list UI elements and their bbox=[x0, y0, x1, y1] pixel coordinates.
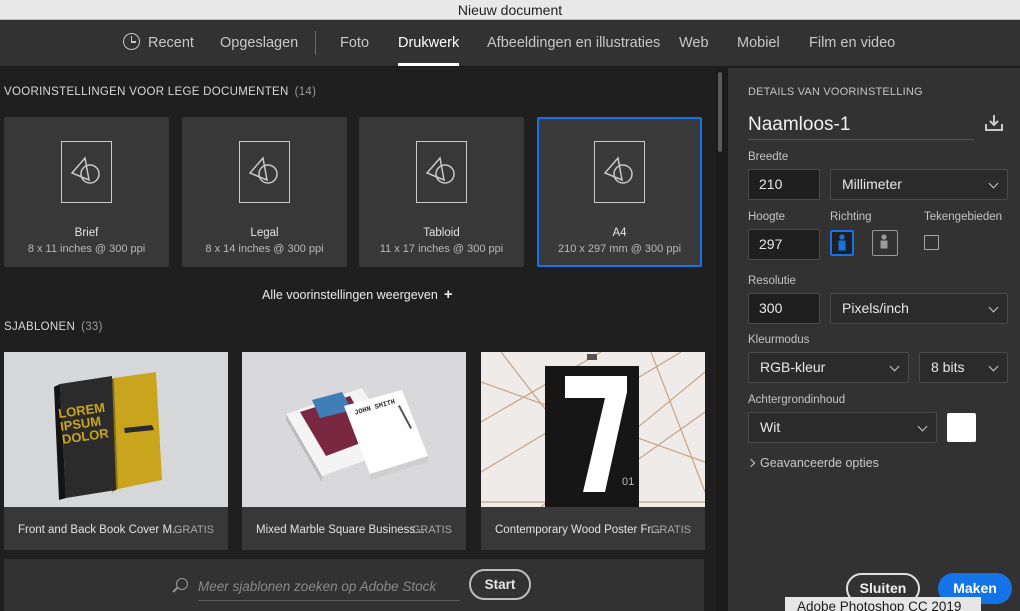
tab-web[interactable]: Web bbox=[679, 20, 709, 66]
tab-art-illustration[interactable]: Afbeeldingen en illustraties bbox=[487, 20, 660, 66]
preset-details-panel: DETAILS VAN VOORINSTELLING Naamloos-1 Br… bbox=[727, 68, 1020, 611]
landscape-person-icon bbox=[880, 234, 888, 249]
width-input[interactable]: 210 bbox=[748, 169, 820, 200]
document-name-input[interactable]: Naamloos-1 bbox=[748, 112, 974, 140]
preset-card-tabloid[interactable]: Tabloid 11 x 17 inches @ 300 ppi bbox=[359, 117, 524, 267]
template-thumbnail: LOREM IPSUM DOLOR bbox=[4, 352, 228, 507]
presets-count: (14) bbox=[294, 86, 317, 98]
preset-size: 8 x 11 inches @ 300 ppi bbox=[27, 243, 146, 255]
start-search-button[interactable]: Start bbox=[469, 569, 531, 600]
tab-recent[interactable]: Recent bbox=[123, 20, 194, 66]
chevron-down-icon bbox=[889, 361, 900, 372]
plus-icon: + bbox=[443, 286, 453, 303]
background-contents-select[interactable]: Wit bbox=[748, 412, 937, 443]
clock-icon bbox=[123, 33, 140, 50]
preset-name: Tabloid bbox=[423, 227, 460, 239]
template-cover-text: LOREM IPSUM DOLOR bbox=[57, 399, 110, 447]
template-badge: GRATIS bbox=[411, 524, 452, 536]
category-tabs: Recent Opgeslagen Foto Drukwerk Afbeeldi… bbox=[0, 20, 1020, 67]
color-mode-label: Kleurmodus bbox=[748, 334, 810, 346]
template-name: Front and Back Book Cover M... bbox=[18, 524, 182, 536]
resolution-label: Resolutie bbox=[748, 275, 796, 287]
resolution-input[interactable]: 300 bbox=[748, 293, 820, 324]
chevron-down-icon bbox=[988, 361, 999, 372]
advanced-options-toggle[interactable]: Geavanceerde opties bbox=[746, 456, 879, 470]
preset-name: Brief bbox=[74, 227, 99, 239]
stock-search-input[interactable] bbox=[198, 573, 460, 601]
chevron-down-icon bbox=[917, 421, 928, 432]
template-badge: GRATIS bbox=[173, 524, 214, 536]
tab-divider bbox=[315, 31, 316, 55]
artboards-label: Tekengebieden bbox=[924, 211, 1003, 223]
search-icon bbox=[176, 578, 188, 590]
presets-section-label: VOORINSTELLINGEN VOOR LEGE DOCUMENTEN bbox=[4, 86, 289, 98]
color-mode-value: RGB-kleur bbox=[760, 359, 826, 375]
template-thumbnail: JOHN SMITH bbox=[242, 352, 466, 507]
blank-document-icon bbox=[239, 141, 290, 203]
height-label: Hoogte bbox=[748, 211, 786, 223]
presets-scrollbar[interactable] bbox=[716, 68, 726, 611]
tab-photo[interactable]: Foto bbox=[340, 20, 369, 66]
preset-card-a4[interactable]: A4 210 x 297 mm @ 300 ppi bbox=[537, 117, 702, 267]
preset-card-legal[interactable]: Legal 8 x 14 inches @ 300 ppi bbox=[182, 117, 347, 267]
preset-size: 11 x 17 inches @ 300 ppi bbox=[379, 243, 504, 255]
template-card-book-cover[interactable]: LOREM IPSUM DOLOR Front and Back Book Co… bbox=[4, 352, 228, 550]
template-card-wood-poster[interactable]: 01 Contemporary Wood Poster Fr... GRATIS bbox=[481, 352, 705, 550]
tab-saved[interactable]: Opgeslagen bbox=[220, 20, 298, 66]
chevron-right-icon bbox=[746, 458, 756, 468]
width-label: Breedte bbox=[748, 151, 789, 163]
preset-size: 8 x 14 inches @ 300 ppi bbox=[205, 243, 324, 255]
stock-search-bar: Start bbox=[4, 559, 704, 611]
resolution-unit-value: Pixels/inch bbox=[842, 300, 909, 316]
chevron-down-icon bbox=[988, 302, 999, 313]
height-input[interactable]: 297 bbox=[748, 229, 820, 260]
templates-section-label: SJABLONEN bbox=[4, 321, 76, 333]
orientation-label: Richting bbox=[830, 211, 872, 223]
preset-name: A4 bbox=[612, 227, 627, 239]
landscape-orientation-button[interactable] bbox=[872, 230, 898, 256]
resolution-unit-select[interactable]: Pixels/inch bbox=[830, 293, 1008, 324]
preset-name: Legal bbox=[250, 227, 279, 239]
show-all-presets-link[interactable]: Alle voorinstellingen weergeven + bbox=[262, 286, 453, 303]
poster-number: 01 bbox=[622, 476, 635, 488]
template-name: Contemporary Wood Poster Fr... bbox=[495, 524, 661, 536]
preset-size: 210 x 297 mm @ 300 ppi bbox=[557, 243, 682, 255]
blank-document-icon bbox=[594, 141, 645, 203]
bit-depth-value: 8 bits bbox=[931, 359, 965, 375]
preset-card-brief[interactable]: Brief 8 x 11 inches @ 300 ppi bbox=[4, 117, 169, 267]
color-mode-select[interactable]: RGB-kleur bbox=[748, 352, 909, 383]
scrollbar-thumb[interactable] bbox=[718, 72, 722, 152]
tab-film-video[interactable]: Film en video bbox=[809, 20, 895, 66]
chevron-down-icon bbox=[988, 178, 999, 189]
background-contents-label: Achtergrondinhoud bbox=[748, 394, 846, 406]
presets-section-title: VOORINSTELLINGEN VOOR LEGE DOCUMENTEN (14… bbox=[4, 86, 316, 98]
artboards-checkbox[interactable] bbox=[924, 235, 939, 250]
blank-document-icon bbox=[416, 141, 467, 203]
background-color-swatch[interactable] bbox=[947, 413, 976, 442]
app-tooltip: Adobe Photoshop CC 2019 bbox=[785, 597, 981, 611]
tab-mobile[interactable]: Mobiel bbox=[737, 20, 780, 66]
window-title: Nieuw document bbox=[0, 0, 1020, 20]
templates-section-title: SJABLONEN (33) bbox=[4, 321, 103, 333]
blank-document-icon bbox=[61, 141, 112, 203]
template-name: Mixed Marble Square Business... bbox=[256, 524, 425, 536]
show-all-presets-label: Alle voorinstellingen weergeven bbox=[262, 288, 438, 302]
portrait-person-icon bbox=[838, 234, 846, 251]
templates-count: (33) bbox=[81, 321, 103, 333]
background-contents-value: Wit bbox=[760, 419, 781, 435]
bit-depth-select[interactable]: 8 bits bbox=[919, 352, 1008, 383]
details-section-title: DETAILS VAN VOORINSTELLING bbox=[748, 86, 923, 98]
tab-recent-label: Recent bbox=[148, 35, 194, 51]
save-preset-icon[interactable] bbox=[984, 114, 1004, 132]
template-badge: GRATIS bbox=[650, 524, 691, 536]
advanced-options-label: Geavanceerde opties bbox=[760, 456, 879, 470]
width-unit-select[interactable]: Millimeter bbox=[830, 169, 1008, 200]
template-thumbnail: 01 bbox=[481, 352, 705, 507]
template-card-business-card[interactable]: JOHN SMITH Mixed Marble Square Business.… bbox=[242, 352, 466, 550]
width-unit-value: Millimeter bbox=[842, 176, 902, 192]
portrait-orientation-button[interactable] bbox=[830, 230, 854, 256]
tab-print[interactable]: Drukwerk bbox=[398, 20, 460, 66]
